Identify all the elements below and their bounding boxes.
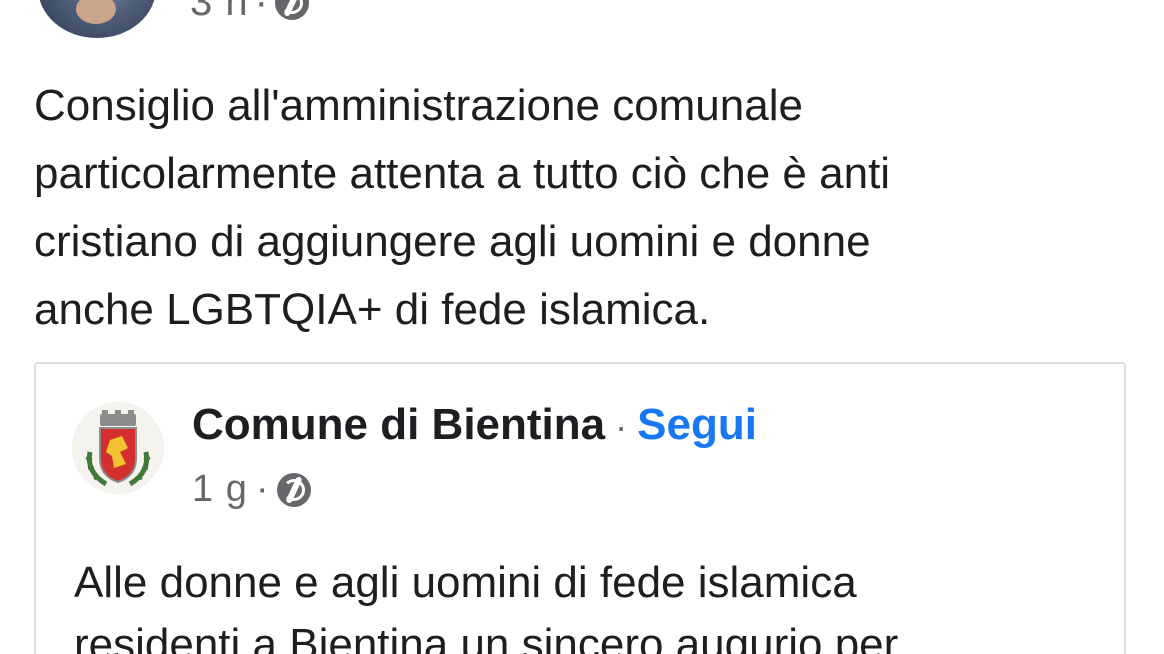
- feed-post: 3 h · Consiglio all'amministrazione comu…: [0, 0, 1164, 654]
- meta-separator: ·: [254, 0, 269, 24]
- shared-post-time[interactable]: 1 g: [192, 468, 248, 511]
- shared-post-card[interactable]: Comune di Bientina · Segui 1 g · Alle do…: [34, 362, 1126, 654]
- coat-of-arms-icon[interactable]: [72, 402, 164, 494]
- shared-post-text: Alle donne e agli uomini di fede islamic…: [74, 558, 899, 654]
- author-avatar[interactable]: [38, 0, 156, 38]
- globe-icon[interactable]: [274, 0, 309, 20]
- page-name[interactable]: Comune di Bientina: [192, 400, 605, 450]
- post-text: Consiglio all'amministrazione comunale p…: [34, 81, 891, 334]
- page-header: Comune di Bientina · Segui: [192, 400, 757, 450]
- post-meta: 3 h ·: [190, 0, 309, 25]
- follow-button[interactable]: Segui: [637, 400, 757, 450]
- header-separator: ·: [615, 406, 628, 447]
- shared-post-meta: 1 g ·: [192, 468, 312, 511]
- post-time[interactable]: 3 h: [190, 0, 249, 25]
- meta-separator: ·: [255, 468, 270, 510]
- globe-icon[interactable]: [277, 472, 312, 507]
